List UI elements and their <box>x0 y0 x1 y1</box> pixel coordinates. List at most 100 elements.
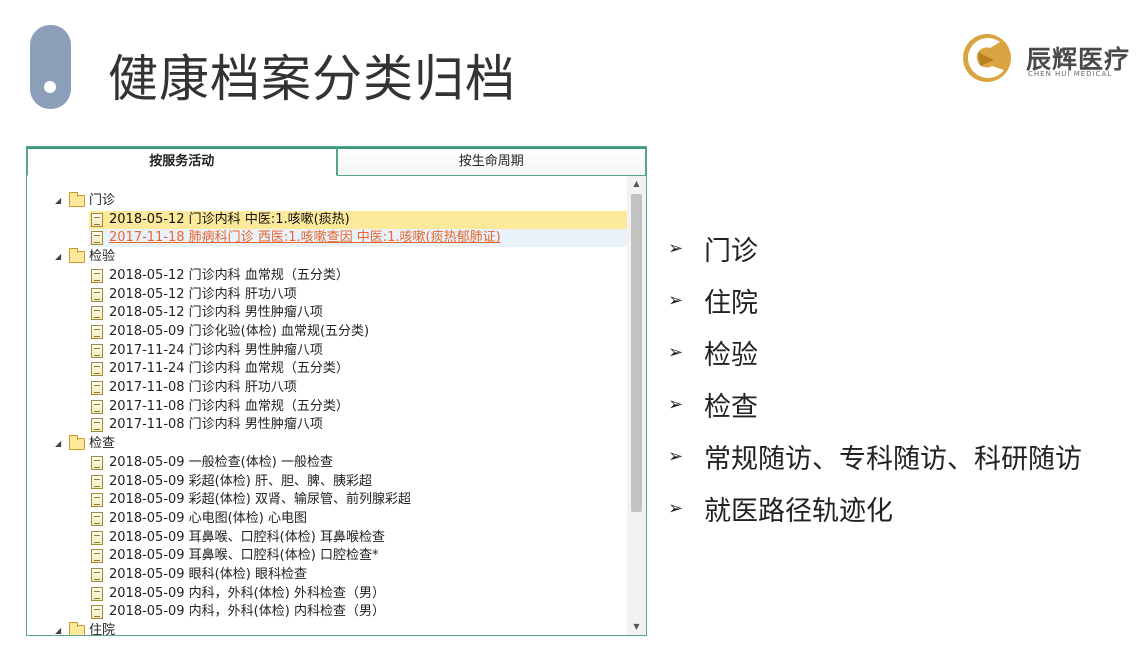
tree-record-text: 2018-05-09 彩超(体检) 肝、胆、脾、胰彩超 <box>109 473 372 489</box>
bullet-item: ➢ 检验 <box>668 332 758 372</box>
scroll-thumb[interactable] <box>631 194 642 512</box>
tree-group-row[interactable]: ◢ 门诊 <box>55 192 115 210</box>
company-logo: 辰辉医疗 CHEN HUI MEDICAL <box>960 30 1135 85</box>
folder-icon <box>69 435 85 451</box>
document-icon <box>91 530 103 545</box>
expand-toggle-icon[interactable]: ◢ <box>55 622 65 635</box>
tree-record-text: 2017-11-08 门诊内科 肝功八项 <box>109 380 297 395</box>
tree-record-text: 2018-05-12 门诊内科 血常规（五分类） <box>109 267 349 283</box>
tree-record-row[interactable]: 2018-05-09 心电图(体检) 心电图 <box>89 510 627 528</box>
document-icon <box>91 212 103 227</box>
tree-record-row[interactable]: 2018-05-12 门诊内科 肝功八项 <box>89 286 627 304</box>
tree-record-text: 2018-05-09 耳鼻喉、口腔科(体检) 耳鼻喉检查 <box>109 529 385 545</box>
arrowhead-icon: ➢ <box>668 445 684 467</box>
document-icon <box>91 399 103 414</box>
expand-toggle-icon[interactable]: ◢ <box>55 248 65 266</box>
tree-record-row[interactable]: 2017-11-24 门诊内科 男性肿瘤八项 <box>89 342 627 360</box>
tree-record-text: 2017-11-24 门诊内科 血常规（五分类） <box>109 361 349 377</box>
arrowhead-icon: ➢ <box>668 393 684 415</box>
tree-record-row[interactable]: 2018-05-12 门诊内科 血常规（五分类） <box>89 267 627 285</box>
document-icon <box>91 586 103 601</box>
tree-record-row[interactable]: 2018-05-09 彩超(体检) 双肾、输尿管、前列腺彩超 <box>89 491 627 509</box>
arrowhead-icon: ➢ <box>668 341 684 363</box>
document-icon <box>91 306 103 321</box>
document-icon <box>91 343 103 358</box>
tab-by-lifecycle[interactable]: 按生命周期 <box>336 147 646 176</box>
bullet-text: 常规随访、专科随访、科研随访 <box>704 443 1082 475</box>
document-icon <box>91 605 103 620</box>
logo-name-en: CHEN HUI MEDICAL <box>1028 70 1113 78</box>
tree-scrollbar[interactable]: ▲ ▼ <box>627 176 646 635</box>
tree-group-label: 住院 <box>89 623 116 635</box>
tab-by-service[interactable]: 按服务活动 <box>27 147 337 176</box>
tree-record-row[interactable]: 2017-11-08 门诊内科 男性肿瘤八项 <box>89 416 627 434</box>
tree-group-row[interactable]: ◢ 检查 <box>55 435 115 453</box>
document-icon <box>91 287 103 302</box>
document-icon <box>91 549 103 564</box>
bullet-text: 就医路径轨迹化 <box>704 495 893 527</box>
health-record-panel: 按服务活动 按生命周期 ◢ 门诊 2018-05-12 门诊内科 中医:1.咳嗽(痰… <box>26 146 647 636</box>
document-icon <box>91 568 103 582</box>
arrowhead-icon: ➢ <box>668 289 684 311</box>
folder-icon <box>69 192 85 207</box>
tree-record-text: 2018-05-12 门诊内科 中医:1.咳嗽(痰热) <box>109 211 350 227</box>
document-icon <box>91 511 103 526</box>
scroll-up-icon[interactable]: ▲ <box>627 176 646 192</box>
tree-record-row[interactable]: 2017-11-08 门诊内科 血常规（五分类） <box>89 398 627 416</box>
tree-record-row[interactable]: 2017-11-08 门诊内科 肝功八项 <box>89 379 627 397</box>
document-icon <box>91 268 103 283</box>
tree-record-text: 2017-11-08 门诊内科 血常规（五分类） <box>109 398 349 414</box>
bullet-text: 检验 <box>704 339 758 371</box>
tree-record-row[interactable]: 2018-05-12 门诊内科 男性肿瘤八项 <box>89 304 627 322</box>
tree-record-text: 2018-05-12 门诊内科 男性肿瘤八项 <box>109 305 323 321</box>
bullet-text: 检查 <box>704 391 758 423</box>
expand-toggle-icon[interactable]: ◢ <box>55 192 65 210</box>
accent-pill <box>30 25 71 109</box>
tree-group-label: 检验 <box>89 249 116 265</box>
tree-record-row[interactable]: 2018-05-09 耳鼻喉、口腔科(体检) 口腔检查* <box>89 547 627 565</box>
logo-mark-icon <box>963 34 1011 82</box>
bullet-text: 门诊 <box>704 235 758 267</box>
document-icon <box>91 231 103 246</box>
accent-dot <box>44 81 56 93</box>
folder-icon <box>69 248 85 264</box>
tree-record-row[interactable]: 2018-05-12 门诊内科 中医:1.咳嗽(痰热) <box>89 210 627 229</box>
tree-group-row[interactable]: ◢ 检验 <box>55 248 115 266</box>
tree-record-text: 2018-05-09 一般检查(体检) 一般检查 <box>109 454 333 470</box>
document-icon <box>91 418 103 433</box>
bullet-item: ➢ 住院 <box>668 280 758 320</box>
tree-record-row[interactable]: 2018-05-09 彩超(体检) 肝、胆、脾、胰彩超 <box>89 473 627 491</box>
tree-record-text: 2018-05-09 门诊化验(体检) 血常规(五分类) <box>109 323 370 339</box>
tree-record-row[interactable]: 2018-05-09 耳鼻喉、口腔科(体检) 耳鼻喉检查 <box>89 529 627 547</box>
bullet-item: ➢ 就医路径轨迹化 <box>668 488 893 528</box>
tree-record-text: 2018-05-09 内科，外科(体检) 外科检查（男） <box>109 585 385 601</box>
tree-record-row[interactable]: 2017-11-24 门诊内科 血常规（五分类） <box>89 360 627 378</box>
folder-icon <box>69 622 85 635</box>
tree-record-text: 2018-05-09 彩超(体检) 双肾、输尿管、前列腺彩超 <box>109 492 411 508</box>
tree-record-text: 2017-11-08 门诊内科 男性肿瘤八项 <box>109 417 323 433</box>
bullet-item: ➢ 常规随访、专科随访、科研随访 <box>668 436 1082 476</box>
tree-group-label: 门诊 <box>89 193 116 208</box>
tree-record-text: 2018-05-12 门诊内科 肝功八项 <box>109 286 297 302</box>
tree-record-row[interactable]: 2018-05-09 眼科(体检) 眼科检查 <box>89 566 627 584</box>
tree-record-row[interactable]: 2017-11-18 肺病科门诊 西医:1.咳嗽查因 中医:1.咳嗽(痰热郁肺证… <box>89 229 627 248</box>
document-icon <box>91 455 103 470</box>
bullet-item: ➢ 检查 <box>668 384 758 424</box>
tree-record-row[interactable]: 2018-05-09 内科，外科(体检) 外科检查（男） <box>89 585 627 603</box>
arrowhead-icon: ➢ <box>668 237 684 259</box>
scroll-down-icon[interactable]: ▼ <box>627 619 646 635</box>
tree-record-row[interactable]: 2018-05-09 内科，外科(体检) 内科检查（男） <box>89 603 627 621</box>
tree-group-row[interactable]: ◢ 住院 <box>55 622 115 635</box>
tree-record-text: 2018-05-09 耳鼻喉、口腔科(体检) 口腔检查* <box>109 548 379 564</box>
bullet-item: ➢ 门诊 <box>668 228 758 268</box>
document-icon <box>91 493 103 508</box>
document-icon <box>91 474 103 489</box>
tree-record-row[interactable]: 2018-05-09 门诊化验(体检) 血常规(五分类) <box>89 323 627 341</box>
tree-record-row[interactable]: 2018-05-09 一般检查(体检) 一般检查 <box>89 454 627 472</box>
tree-record-text: 2017-11-18 肺病科门诊 西医:1.咳嗽查因 中医:1.咳嗽(痰热郁肺证… <box>109 230 501 246</box>
tree-record-text: 2017-11-24 门诊内科 男性肿瘤八项 <box>109 342 323 358</box>
arrowhead-icon: ➢ <box>668 497 684 519</box>
expand-toggle-icon[interactable]: ◢ <box>55 435 65 453</box>
tree-record-text: 2018-05-09 心电图(体检) 心电图 <box>109 510 307 526</box>
bullet-text: 住院 <box>704 287 758 319</box>
